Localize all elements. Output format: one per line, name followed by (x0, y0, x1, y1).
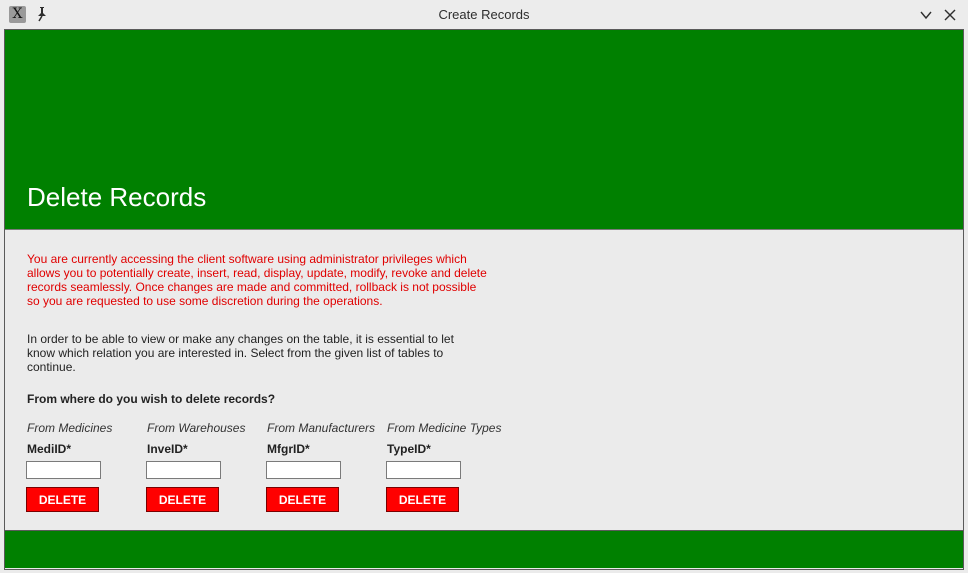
medi-id-input[interactable] (26, 461, 101, 479)
group-caption: From Warehouses (147, 421, 246, 435)
delete-medicine-button[interactable]: DELETE (26, 487, 99, 512)
delete-type-button[interactable]: DELETE (386, 487, 459, 512)
window-title: Create Records (438, 7, 530, 22)
group-caption: From Medicines (27, 421, 113, 435)
footer-banner (5, 530, 963, 568)
delete-question: From where do you wish to delete records… (27, 392, 276, 406)
mfgr-id-input[interactable] (266, 461, 341, 479)
group-caption: From Medicine Types (387, 421, 502, 435)
delete-warehouse-button[interactable]: DELETE (146, 487, 219, 512)
type-id-input[interactable] (386, 461, 461, 479)
inve-id-input[interactable] (146, 461, 221, 479)
page-title: Delete Records (27, 182, 207, 212)
field-label: MediID* (27, 442, 72, 456)
chevron-down-icon[interactable] (919, 8, 933, 22)
header-divider (5, 229, 963, 230)
field-label: InveID* (147, 442, 188, 456)
window-titlebar: X Create Records (0, 0, 968, 29)
field-label: TypeID* (387, 442, 431, 456)
close-icon[interactable] (943, 8, 957, 22)
delete-group-medicines: From Medicines MediID* DELETE (26, 421, 147, 512)
admin-warning-text: You are currently accessing the client s… (27, 252, 487, 308)
delete-manufacturer-button[interactable]: DELETE (266, 487, 339, 512)
field-label: MfgrID* (267, 442, 310, 456)
group-caption: From Manufacturers (267, 421, 376, 435)
info-text: In order to be able to view or make any … (27, 332, 454, 374)
header-banner: Delete Records (5, 30, 963, 229)
delete-group-medicine-types: From Medicine Types TypeID* DELETE (386, 421, 507, 512)
delete-group-manufacturers: From Manufacturers MfgrID* DELETE (266, 421, 387, 512)
delete-group-warehouses: From Warehouses InveID* DELETE (146, 421, 267, 512)
